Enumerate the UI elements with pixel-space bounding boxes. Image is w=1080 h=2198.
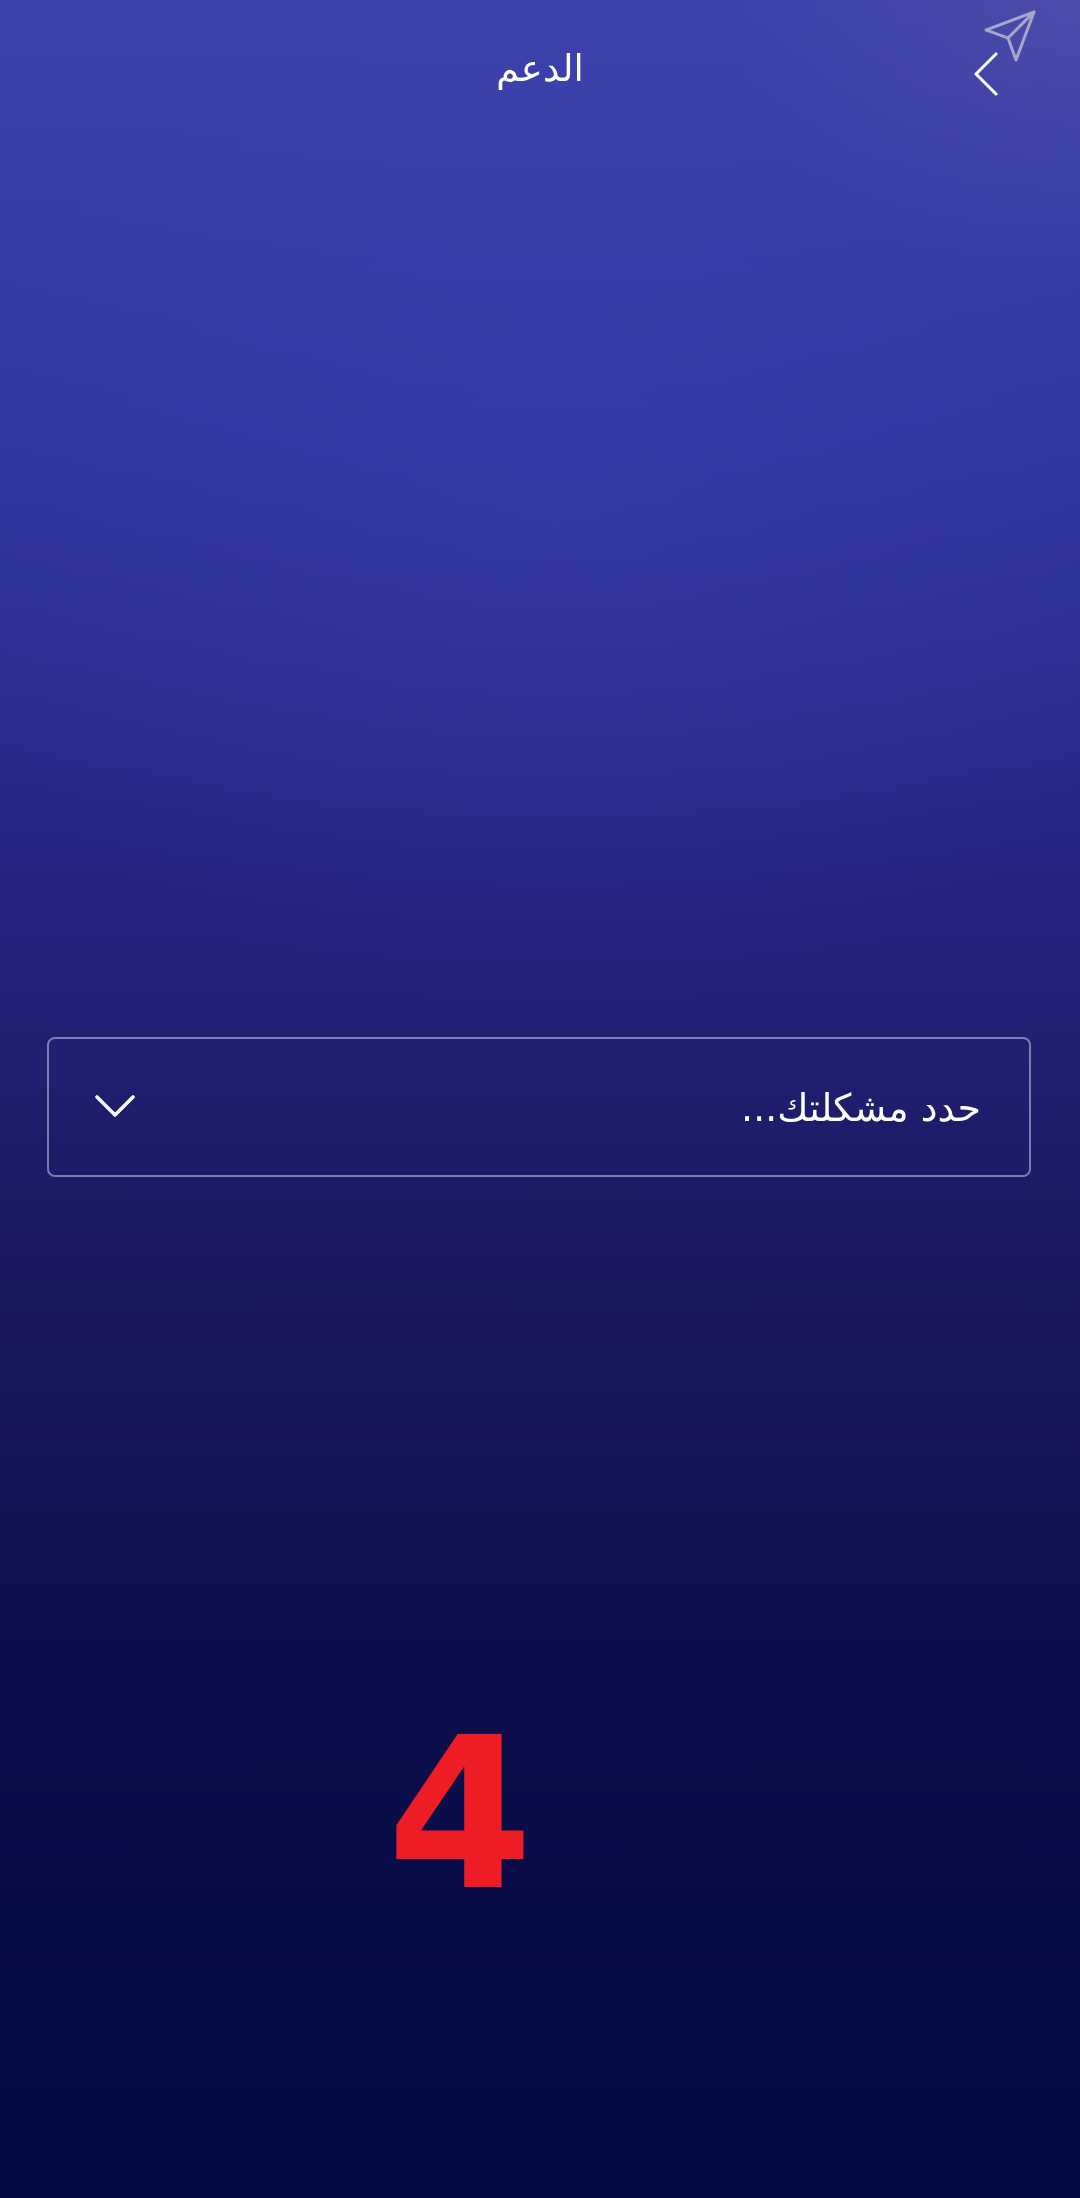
step-number-annotation: 4 <box>386 1692 534 1937</box>
issue-select-dropdown[interactable]: حدد مشكلتك... <box>47 1037 1031 1177</box>
chevron-down-icon <box>95 1095 135 1117</box>
chevron-left-icon[interactable] <box>968 50 1004 98</box>
page-title: الدعم <box>496 47 584 90</box>
top-app-bar: الدعم <box>0 0 1080 140</box>
issue-select-placeholder: حدد مشكلتك... <box>741 1086 981 1130</box>
